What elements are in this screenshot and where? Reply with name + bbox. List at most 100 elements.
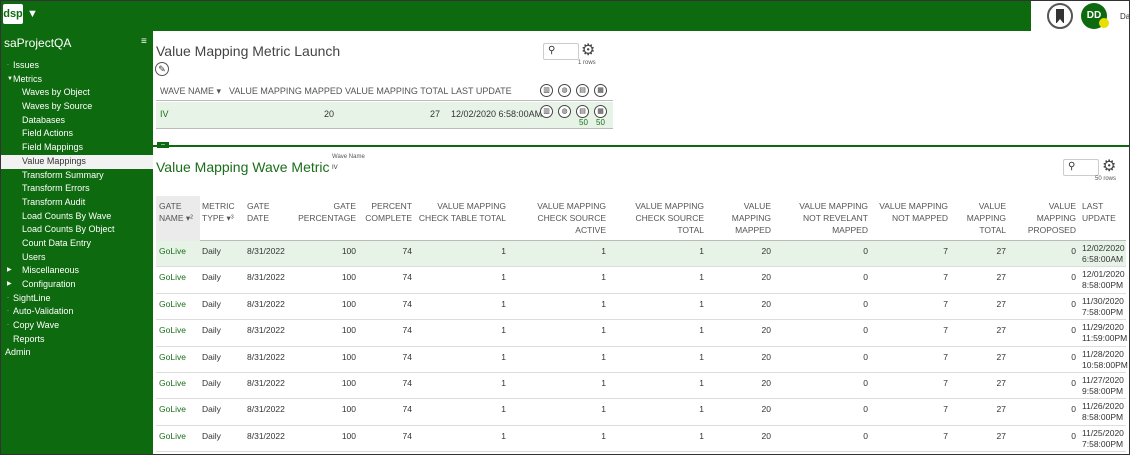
table-cell: Daily [202,325,221,336]
document-icon[interactable]: ▤ [576,84,589,97]
chart-icon[interactable]: ▥ [540,105,553,118]
column-header[interactable]: PERCENT COMPLETE [360,196,412,241]
sidebar-item-label: Waves by Source [22,101,93,112]
sidebar-item-auto-validation[interactable]: · Auto-Validation [1,305,153,319]
collapse-button[interactable]: – [157,141,169,148]
table-row[interactable]: GoLive Daily 8/31/2022 100 74 1 1 1 20 0 7 27 0 11/27… [156,373,1126,400]
wave-name-label: Wave Name [332,154,365,160]
sidebar-item-count-data-entry[interactable]: Count Data Entry [1,237,153,251]
sidebar-item-issues[interactable]: · Issues [1,59,153,73]
table-row[interactable]: GoLive Daily 8/31/2022 100 74 1 1 1 20 0 7 27 0 12/02… [156,241,1126,268]
wrench-icon[interactable]: ✎ [155,62,169,76]
table-cell: 100 [341,272,356,283]
user-name[interactable]: Da [1120,12,1129,21]
column-header[interactable]: LAST UPDATE [451,86,512,96]
last-update-cell: 11/26/2020 8:58:00PM [1082,401,1124,423]
sidebar-item-transform-audit[interactable]: Transform Audit [1,196,153,210]
table-row[interactable]: GoLive Daily 8/31/2022 100 74 1 1 1 20 0 7 27 0 11/26… [156,399,1126,426]
sidebar-item-admin[interactable]: Admin [1,346,153,360]
table-cell: 1 [601,325,606,336]
dsp-logo[interactable]: dsp [3,4,23,24]
sidebar-item-label: Value Mappings [22,155,86,166]
column-header[interactable]: VALUE MAPPING CHECK TABLE TOTAL [418,196,506,241]
gear-icon[interactable]: ⚙ [1102,156,1116,176]
document-count[interactable]: 50 [579,118,588,127]
last-update-cell: 11/27/2020 9:58:00PM [1082,375,1124,397]
search-input[interactable]: ⚲ [543,43,579,60]
table-row[interactable]: GoLive Daily 8/31/2022 100 74 1 1 1 20 0 7 27 0 11/29… [156,320,1127,347]
gate-name-link[interactable]: GoLive [159,272,203,282]
column-header[interactable]: VALUE MAPPING CHECK SOURCE ACTIVE [518,196,606,241]
chevron-down-icon[interactable]: ▼ [27,8,38,20]
sidebar-item-load-counts-by-object[interactable]: Load Counts By Object [1,223,153,237]
table-row[interactable]: IV 20 27 12/02/2020 6:58:00AM ▥ ◍ ▤ ▦ 50… [156,102,613,129]
wave-name-link[interactable]: IV [160,109,169,119]
sidebar-item-field-actions[interactable]: Field Actions [1,127,153,141]
sidebar-item-reports[interactable]: Reports [1,333,153,347]
sidebar-item-label: Auto-Validation [13,306,74,317]
gate-name-link[interactable]: GoLive [159,431,203,441]
sidebar-item-configuration[interactable]: ▶ Configuration [1,278,153,292]
table-row[interactable]: GoLive Daily 8/31/2022 100 74 1 1 1 20 0 7 27 0 11/25… [156,426,1126,453]
gate-name-link[interactable]: GoLive [159,299,203,309]
chart-icon[interactable]: ▥ [540,84,553,97]
sidebar-item-transform-errors[interactable]: Transform Errors [1,182,153,196]
bookmark-button[interactable] [1047,3,1073,29]
table-cell: 1 [601,404,606,415]
sidebar-item-sightline[interactable]: · SightLine [1,292,153,306]
table-cell: 27 [996,298,1006,309]
sidebar-item-field-mappings[interactable]: Field Mappings [1,141,153,155]
gate-name-link[interactable]: GoLive [159,325,203,335]
database-count[interactable]: 50 [596,118,605,127]
sidebar-item-value-mappings[interactable]: Value Mappings [1,154,153,169]
table-cell: 74 [402,325,412,336]
sidebar-item-transform-summary[interactable]: Transform Summary [1,169,153,183]
globe-icon[interactable]: ◍ [558,84,571,97]
table-cell: 1 [601,272,606,283]
sidebar-item-waves-by-source[interactable]: Waves by Source [1,100,153,114]
database-icon[interactable]: ▦ [594,105,607,118]
document-icon[interactable]: ▤ [576,105,589,118]
database-icon[interactable]: ▦ [594,84,607,97]
gate-name-link[interactable]: GoLive [159,246,203,256]
column-header[interactable]: VALUE MAPPING MAPPED [716,196,771,241]
column-header[interactable]: GATE PERCENTAGE [292,196,356,241]
column-header[interactable]: VALUE MAPPING PROPOSED [1018,196,1076,241]
table-row[interactable]: GoLive Daily 8/31/2022 100 74 1 1 1 20 0 7 27 0 12/01… [156,267,1126,294]
column-header[interactable]: VALUE MAPPING TOTAL [956,196,1006,241]
column-header[interactable]: VALUE MAPPING TOTAL [345,86,448,96]
project-name[interactable]: saProjectQA [4,36,71,50]
search-input[interactable]: ⚲ [1063,159,1099,176]
sidebar-item-databases[interactable]: Databases [1,114,153,128]
sidebar-item-copy-wave[interactable]: · Copy Wave [1,319,153,333]
sidebar-item-label: Transform Audit [22,196,86,207]
column-header[interactable]: VALUE MAPPING CHECK SOURCE TOTAL [616,196,704,241]
sidebar-item-metrics[interactable]: ▼ Metrics [1,73,153,87]
sidebar-item-waves-by-object[interactable]: Waves by Object [1,86,153,100]
gate-name-link[interactable]: GoLive [159,404,203,414]
table-row[interactable]: GoLive Daily 8/31/2022 100 74 1 1 1 20 0 7 27 0 11/28… [156,347,1128,373]
menu-icon[interactable]: ≡ [141,36,147,47]
sidebar-item-users[interactable]: Users [1,251,153,265]
wave-name-value: IV [332,165,338,171]
table-cell: Daily [202,272,221,283]
sidebar-item-miscellaneous[interactable]: ▶ Miscellaneous [1,264,153,278]
gate-name-link[interactable]: GoLive [159,378,203,388]
sidebar-item-label: SightLine [13,292,51,303]
table-cell: 100 [341,298,356,309]
last-update-time: 7:58:00PM [1082,438,1124,449]
column-header[interactable]: GATE DATE [247,196,291,241]
globe-icon[interactable]: ◍ [558,105,571,118]
column-header[interactable]: VALUE MAPPING MAPPED [229,86,342,96]
table-row[interactable]: GoLive Daily 8/31/2022 100 74 1 1 1 20 0 7 27 0 11/30… [156,294,1126,321]
column-header[interactable]: VALUE MAPPING NOT MAPPED [876,196,948,241]
gear-icon[interactable]: ⚙ [581,40,595,60]
column-header[interactable]: VALUE MAPPING NOT REVELANT MAPPED [780,196,868,241]
column-header[interactable]: GATE NAME ▾² [156,196,200,241]
column-header[interactable]: METRIC TYPE ▾³ [202,196,244,241]
table-cell: 27 [996,377,1006,388]
column-header[interactable]: WAVE NAME ▾ [160,86,221,97]
column-header[interactable]: LAST UPDATE [1082,196,1126,241]
gate-name-link[interactable]: GoLive [159,352,203,362]
sidebar-item-load-counts-by-wave[interactable]: Load Counts By Wave [1,210,153,224]
